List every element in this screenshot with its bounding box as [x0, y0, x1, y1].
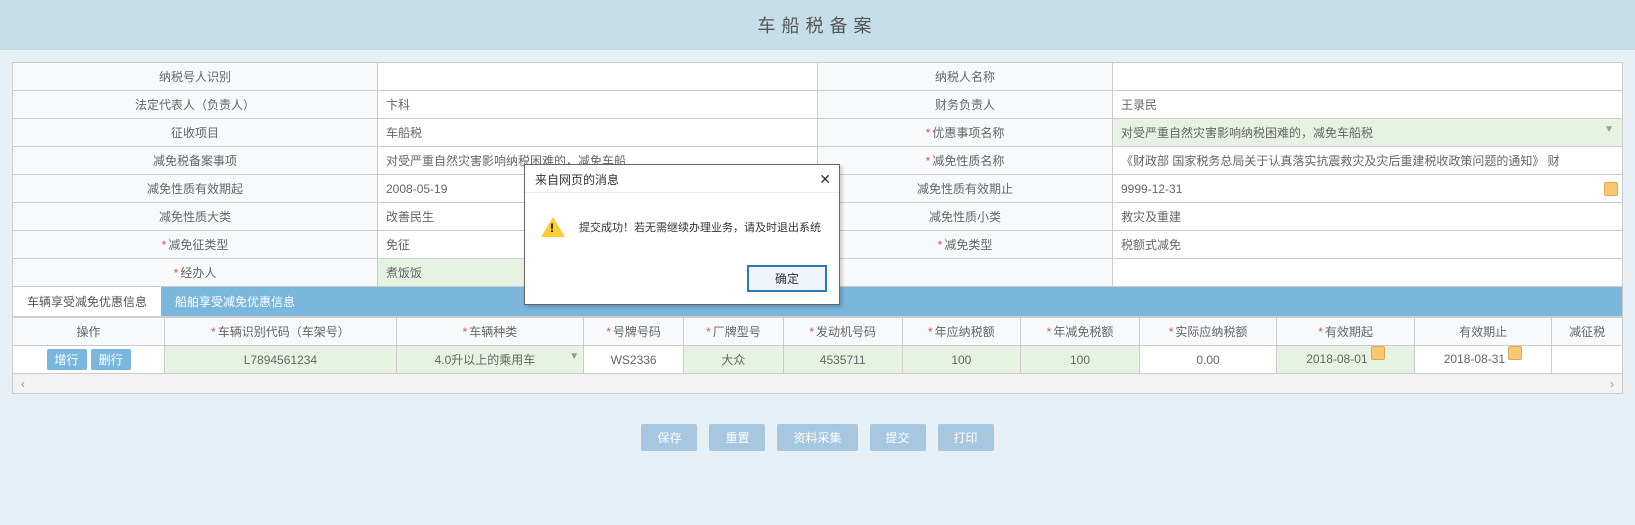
column-header: *发动机号码: [783, 318, 902, 346]
form-label: 财务负责人: [818, 91, 1113, 119]
form-value: 车船税: [378, 119, 818, 147]
data-grid: 操作*车辆识别代码（车架号）*车辆种类*号牌号码*厂牌型号*发动机号码*年应纳税…: [12, 317, 1623, 374]
form-label: 纳税人名称: [818, 63, 1113, 91]
form-label: *经办人: [13, 259, 378, 287]
form-label: 纳税号人识别: [13, 63, 378, 91]
tab[interactable]: 船舶享受减免优惠信息: [161, 287, 309, 316]
footer-button[interactable]: 重置: [709, 424, 765, 451]
calendar-icon[interactable]: [1371, 346, 1385, 360]
form-label: *优惠事项名称: [818, 119, 1113, 147]
footer-buttons: 保存重置资料采集提交打印: [12, 394, 1623, 481]
form-label: 减免性质大类: [13, 203, 378, 231]
form-label: *减免类型: [818, 231, 1113, 259]
column-header: *有效期起: [1277, 318, 1415, 346]
column-header: *厂牌型号: [684, 318, 784, 346]
form-value: 王录民: [1113, 91, 1623, 119]
page-title: 车船税备案: [0, 0, 1635, 50]
column-header: 减征税: [1552, 318, 1623, 346]
form-value: [1113, 63, 1623, 91]
warning-icon: [541, 217, 565, 237]
calendar-icon[interactable]: [1508, 346, 1522, 360]
tax-due-cell[interactable]: 100: [902, 346, 1021, 374]
form-label: 征收项目: [13, 119, 378, 147]
form-label: 减免税备案事项: [13, 147, 378, 175]
plate-cell[interactable]: WS2336: [584, 346, 684, 374]
column-header: *年应纳税额: [902, 318, 1021, 346]
form-value: 救灾及重建: [1113, 203, 1623, 231]
horizontal-scrollbar[interactable]: ‹ ›: [12, 374, 1623, 394]
footer-button[interactable]: 保存: [641, 424, 697, 451]
form-label: [818, 259, 1113, 287]
valid-to-cell[interactable]: 2018-08-31: [1414, 346, 1552, 374]
footer-button[interactable]: 打印: [938, 424, 994, 451]
form-label: 减免性质小类: [818, 203, 1113, 231]
footer-button[interactable]: 资料采集: [777, 424, 857, 451]
scroll-left-icon[interactable]: ‹: [13, 377, 33, 391]
column-header: *实际应纳税额: [1139, 318, 1276, 346]
tax-actual-cell: 0.00: [1139, 346, 1276, 374]
form-label: 法定代表人（负责人）: [13, 91, 378, 119]
add-row-button[interactable]: 增行: [47, 349, 87, 370]
form-value: 《财政部 国家税务总局关于认真落实抗震救灾及灾后重建税收政策问题的通知》 财: [1113, 147, 1623, 175]
column-header: 操作: [13, 318, 165, 346]
valid-from-cell[interactable]: 2018-08-01: [1277, 346, 1415, 374]
message-dialog: 来自网页的消息 ✕ 提交成功！若无需继续办理业务，请及时退出系统 确定: [524, 164, 840, 305]
ok-button[interactable]: 确定: [747, 265, 827, 292]
footer-button[interactable]: 提交: [870, 424, 926, 451]
vehicle-type-cell[interactable]: 4.0升以上的乘用车 ▼: [396, 346, 584, 374]
scroll-right-icon[interactable]: ›: [1602, 377, 1622, 391]
column-header: *年减免税额: [1021, 318, 1140, 346]
column-header: *车辆种类: [396, 318, 584, 346]
dialog-title: 来自网页的消息: [535, 171, 619, 188]
brand-cell[interactable]: 大众: [684, 346, 784, 374]
chevron-down-icon[interactable]: ▼: [569, 351, 579, 362]
form-label: *减免征类型: [13, 231, 378, 259]
column-header: *车辆识别代码（车架号）: [165, 318, 397, 346]
dialog-message: 提交成功！若无需继续办理业务，请及时退出系统: [579, 219, 821, 235]
extra-cell: [1552, 346, 1623, 374]
form-value: [378, 63, 818, 91]
form-value[interactable]: 9999-12-31: [1113, 175, 1623, 203]
action-cell: 增行删行: [13, 346, 165, 374]
chevron-down-icon[interactable]: ▼: [1604, 124, 1614, 135]
vin-cell[interactable]: L7894561234: [165, 346, 397, 374]
engine-cell[interactable]: 4535711: [783, 346, 902, 374]
form-value: 卞科: [378, 91, 818, 119]
column-header: 有效期止: [1414, 318, 1552, 346]
form-value[interactable]: 对受严重自然灾害影响纳税困难的，减免车船税▼: [1113, 119, 1623, 147]
form-value: 税额式减免: [1113, 231, 1623, 259]
form-value: [1113, 259, 1623, 287]
tab[interactable]: 车辆享受减免优惠信息: [13, 287, 161, 316]
form-label: 减免性质有效期起: [13, 175, 378, 203]
delete-row-button[interactable]: 删行: [91, 349, 131, 370]
table-row: 增行删行L78945612344.0升以上的乘用车 ▼WS2336大众45357…: [13, 346, 1623, 374]
form-label: 减免性质有效期止: [818, 175, 1113, 203]
close-icon[interactable]: ✕: [819, 171, 831, 188]
calendar-icon[interactable]: [1604, 182, 1618, 196]
form-label: *减免性质名称: [818, 147, 1113, 175]
column-header: *号牌号码: [584, 318, 684, 346]
tax-reduce-cell[interactable]: 100: [1021, 346, 1140, 374]
